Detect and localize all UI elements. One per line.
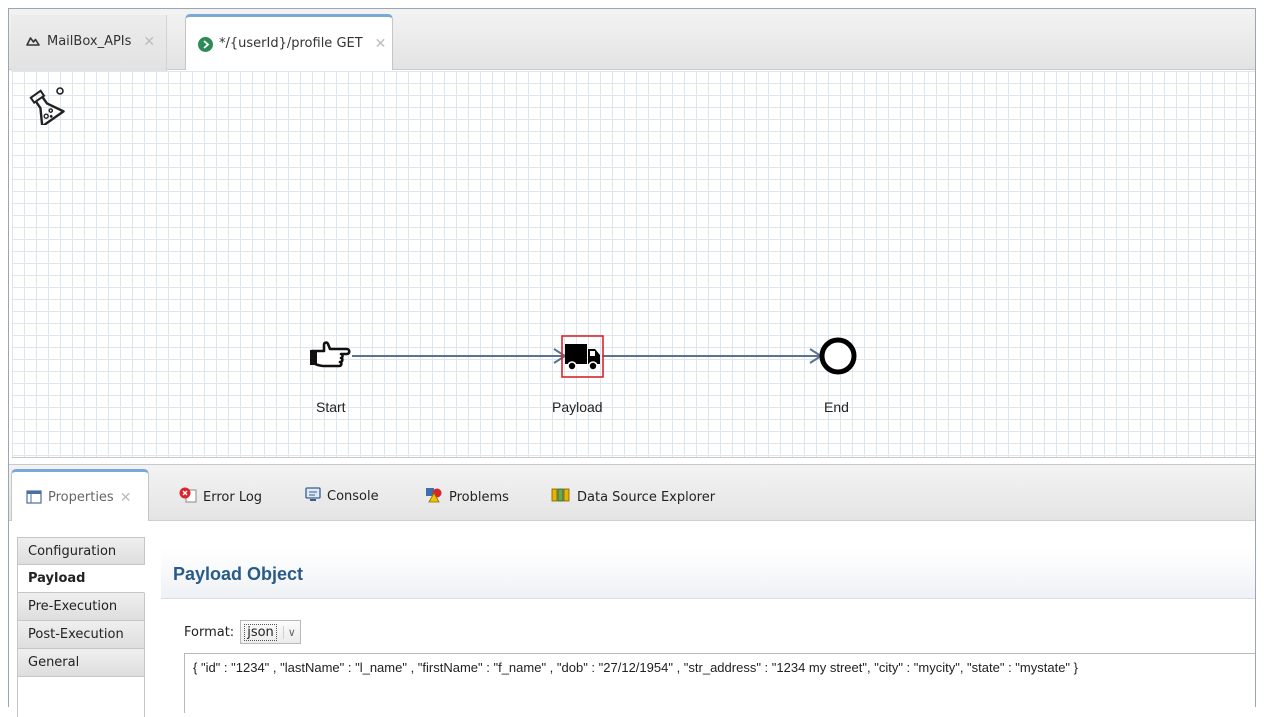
- tab-mailbox-apis[interactable]: MailBox_APIs ✕: [11, 15, 167, 71]
- tab-label: Problems: [449, 489, 509, 505]
- tab-console[interactable]: Console: [305, 487, 379, 506]
- end-circle-icon: [819, 337, 857, 375]
- tab-label: */{userId}/profile GET: [219, 36, 363, 51]
- tab-data-source-explorer[interactable]: Data Source Explorer: [551, 487, 715, 507]
- node-label-payload: Payload: [552, 399, 603, 415]
- format-label: Format:: [184, 624, 235, 640]
- properties-icon: [26, 490, 42, 508]
- section-list-filler: [17, 677, 145, 717]
- section-title: Payload Object: [161, 549, 1255, 599]
- section-post-execution[interactable]: Post-Execution: [17, 621, 145, 649]
- tab-error-log[interactable]: Error Log: [179, 487, 262, 507]
- tab-label: Properties: [48, 490, 114, 505]
- flow-canvas[interactable]: Start Payload End: [12, 71, 1255, 458]
- tab-properties[interactable]: Properties ✕: [11, 469, 149, 523]
- close-icon[interactable]: ✕: [375, 36, 387, 52]
- flow-diagram: [310, 335, 857, 378]
- editor-tab-bar: MailBox_APIs ✕ */{userId}/profile GET ✕: [9, 9, 1255, 71]
- console-icon: [305, 487, 321, 506]
- node-label-start: Start: [316, 399, 346, 415]
- format-select[interactable]: json ∨: [240, 620, 301, 644]
- close-icon[interactable]: ✕: [143, 34, 155, 50]
- tab-label: Error Log: [203, 489, 263, 505]
- tab-profile-get[interactable]: */{userId}/profile GET ✕: [185, 14, 393, 70]
- section-payload[interactable]: Payload: [17, 565, 145, 593]
- tab-problems[interactable]: Problems: [425, 487, 509, 507]
- section-general[interactable]: General: [17, 649, 145, 677]
- tab-label: Data Source Explorer: [577, 489, 716, 505]
- properties-view: Configuration Payload Pre-Execution Post…: [9, 521, 1255, 717]
- section-pre-execution[interactable]: Pre-Execution: [17, 593, 145, 621]
- tab-label: Console: [327, 489, 379, 504]
- truck-icon: [565, 344, 600, 371]
- section-configuration[interactable]: Configuration: [17, 537, 145, 565]
- node-label-end: End: [824, 399, 849, 415]
- properties-section-list: Configuration Payload Pre-Execution Post…: [17, 537, 145, 677]
- error-log-icon: [179, 487, 197, 507]
- problems-icon: [425, 487, 443, 507]
- chevron-down-icon: ∨: [282, 625, 296, 639]
- run-icon: [198, 37, 213, 52]
- data-source-icon: [551, 487, 571, 507]
- tab-label: MailBox_APIs: [47, 34, 132, 49]
- panel-tab-bar: Properties ✕ Error Log Console Problems: [9, 464, 1255, 523]
- pointing-hand-icon: [310, 341, 351, 368]
- cloud-icon: [25, 34, 41, 52]
- editor-window: MailBox_APIs ✕ */{userId}/profile GET ✕: [8, 8, 1256, 717]
- format-value: json: [244, 623, 277, 641]
- close-icon[interactable]: ✕: [120, 490, 132, 506]
- payload-editor[interactable]: { "id" : "1234" , "lastName" : "l_name" …: [184, 653, 1255, 713]
- format-row: Format: json ∨: [184, 620, 301, 644]
